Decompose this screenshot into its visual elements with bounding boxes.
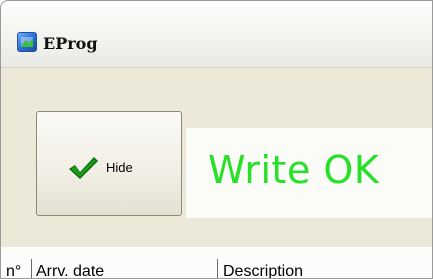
status-panel: Write OK [186,128,432,218]
app-window: EProg Hide Write OK n° Arrv. date Descri… [0,0,433,279]
column-header-arrival-date[interactable]: Arrv. date [36,263,104,278]
column-header-number[interactable]: n° [6,263,21,278]
app-icon [17,32,37,52]
column-divider[interactable] [217,259,218,278]
title-bar[interactable]: EProg [1,1,432,68]
hide-button-label: Hide [106,160,133,175]
hide-button[interactable]: Hide [36,111,182,216]
status-message: Write OK [208,148,380,192]
column-divider[interactable] [31,259,32,278]
column-header-description[interactable]: Description [223,263,303,278]
table-header: n° Arrv. date Description [1,247,432,278]
checkmark-icon [67,155,99,181]
window-title: EProg [43,34,98,53]
